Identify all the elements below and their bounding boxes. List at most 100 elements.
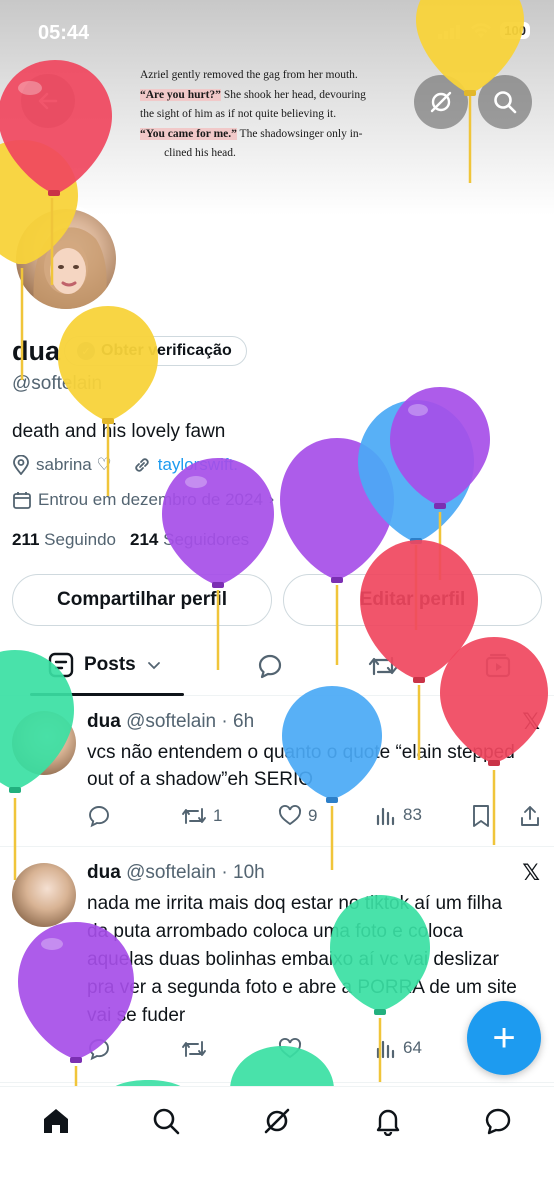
compose-button[interactable]: + <box>467 1001 541 1075</box>
tweet-text: vcs não entendem o quanto o quote “elain… <box>87 742 515 790</box>
battery-indicator: 100 <box>500 22 530 39</box>
profile-avatar[interactable] <box>12 205 120 313</box>
link-icon <box>135 458 149 472</box>
status-time: 05:44 <box>38 22 90 44</box>
active-tab-indicator <box>30 693 184 696</box>
like-button[interactable]: 9 <box>278 804 317 828</box>
verified-check-icon: ✓ <box>77 342 95 360</box>
repost-button[interactable]: 1 <box>181 804 222 828</box>
status-bar: 05:44 100 <box>0 0 554 60</box>
tweet-time: · 10h <box>221 862 265 883</box>
views-count: 83 <box>403 805 422 824</box>
tab-reposts[interactable] <box>368 652 398 680</box>
repost-button[interactable] <box>181 1037 213 1061</box>
profile-joined-row[interactable]: Entrou em dezembro de 2024 › <box>12 490 274 510</box>
tweet-1[interactable]: dua @softelain · 6h 𝕏 vcs não entendem o… <box>0 697 554 847</box>
balloon-purple <box>280 438 394 665</box>
compose-icon: + <box>492 1015 516 1060</box>
get-verified-button[interactable]: ✓ Obter verificação <box>64 336 247 366</box>
tab-replies[interactable] <box>256 652 284 680</box>
like-count: 9 <box>308 806 318 825</box>
search-button[interactable] <box>478 75 532 129</box>
repost-icon <box>182 1041 206 1057</box>
followers-count: 214 <box>130 530 159 549</box>
location-icon <box>13 455 29 475</box>
like-icon <box>279 1037 301 1059</box>
avatar-portrait <box>33 227 107 309</box>
followers-stat[interactable]: 214 Seguidores <box>130 530 249 550</box>
tweet-header: dua @softelain · 10h <box>87 862 265 884</box>
banner-line: She shook her head, devouring <box>220 88 366 101</box>
reply-button[interactable] <box>87 804 111 828</box>
messages-icon <box>485 1108 511 1135</box>
banner-line: clined his head. <box>164 147 236 159</box>
reply-icon <box>89 1039 109 1061</box>
views-icon <box>376 807 395 826</box>
grok-button[interactable] <box>414 75 468 129</box>
x-logo-icon: 𝕏 <box>522 860 540 885</box>
reply-icon <box>258 654 282 679</box>
tweet-avatar[interactable] <box>12 863 76 927</box>
bookmark-button[interactable] <box>471 804 491 828</box>
back-button[interactable] <box>21 74 75 128</box>
follow-stats: 211 Seguindo 214 Seguidores <box>12 530 249 550</box>
repost-icon <box>182 808 206 824</box>
banner-line: the sight of him as if not quite believi… <box>140 108 337 120</box>
banner-quote: Azriel gently removed the gag from her m… <box>140 66 390 164</box>
profile-joined: Entrou em dezembro de 2024 <box>38 490 263 509</box>
tweet-actions: 1 9 83 <box>87 804 542 830</box>
tweet-author-name[interactable]: dua <box>87 711 121 732</box>
tweet-author-name[interactable]: dua <box>87 862 121 883</box>
tweet-author-handle: @softelain <box>126 862 217 883</box>
tab-posts[interactable]: Posts <box>48 652 162 678</box>
profile-name: dua <box>12 336 61 366</box>
banner-line: The shadowsinger only in- <box>236 127 363 140</box>
repost-icon <box>368 656 398 676</box>
media-icon <box>485 653 511 678</box>
calendar-icon <box>13 492 31 509</box>
x-logo-icon: 𝕏 <box>522 709 540 734</box>
grok-icon <box>430 91 452 113</box>
views-button[interactable]: 64 <box>375 1037 422 1059</box>
like-button[interactable] <box>278 1037 308 1061</box>
profile-location: sabrina ♡ <box>36 455 112 474</box>
views-button[interactable]: 83 <box>375 804 422 826</box>
nav-messages[interactable] <box>482 1105 514 1137</box>
tab-media[interactable] <box>484 652 512 680</box>
share-profile-button[interactable]: Compartilhar perfil <box>12 574 272 626</box>
following-stat[interactable]: 211 Seguindo <box>12 530 116 550</box>
posts-icon <box>48 652 74 678</box>
nav-grok[interactable] <box>261 1105 293 1137</box>
tweet-time: · 6h <box>221 711 255 732</box>
search-icon <box>153 1108 180 1135</box>
repost-count: 1 <box>213 806 223 825</box>
banner-highlight: “Are you hurt?” <box>140 88 221 101</box>
profile-link[interactable]: taylorswift. <box>158 455 238 475</box>
banner-highlight: “You came for me.” <box>140 127 237 140</box>
back-arrow-icon <box>38 92 58 110</box>
bookmark-icon <box>473 805 489 827</box>
followers-label: Seguidores <box>163 530 250 549</box>
following-label: Seguindo <box>44 530 117 549</box>
balloon-purple <box>390 387 490 580</box>
profile-tabs: Posts <box>0 640 554 696</box>
tweet-text: nada me irrita mais doq estar no tiktok … <box>87 893 517 1026</box>
nav-explore[interactable] <box>150 1105 182 1137</box>
search-icon <box>494 91 517 114</box>
grok-icon <box>264 1108 290 1134</box>
nav-home[interactable] <box>40 1105 72 1137</box>
profile-handle: @softelain <box>12 373 103 394</box>
bottom-nav <box>0 1086 554 1199</box>
banner-line: Azriel gently removed the gag from her m… <box>140 69 358 81</box>
notifications-icon <box>376 1109 400 1136</box>
views-icon <box>376 1040 395 1059</box>
reply-button[interactable] <box>87 1037 111 1061</box>
chevron-right-icon: › <box>268 491 275 508</box>
profile-meta-row: sabrina ♡ taylorswift. <box>12 455 238 475</box>
profile-bio: death and his lovely fawn <box>12 421 226 442</box>
like-icon <box>279 804 301 826</box>
edit-profile-button[interactable]: Editar perfil <box>283 574 542 626</box>
share-button[interactable] <box>519 804 541 828</box>
tweet-avatar[interactable] <box>12 711 76 775</box>
nav-notifications[interactable] <box>372 1105 404 1137</box>
